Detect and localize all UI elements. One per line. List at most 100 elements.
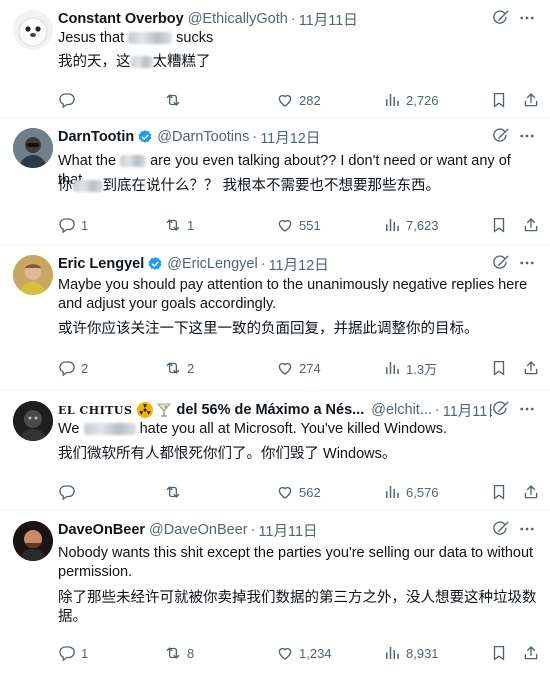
author-name-part[interactable]: del 56% de Máximo a Nés... bbox=[176, 402, 364, 418]
timestamp[interactable]: 11月11日 bbox=[258, 520, 317, 540]
avatar[interactable] bbox=[13, 255, 53, 295]
censored-word bbox=[83, 423, 136, 436]
more-icon[interactable] bbox=[516, 252, 538, 274]
timestamp[interactable]: 11月11日 bbox=[443, 400, 492, 420]
tweet[interactable]: EL CHITUS del 56% de Máximo a Nés... @el… bbox=[0, 391, 550, 511]
timestamp[interactable]: 11月12日 bbox=[269, 254, 329, 274]
retweet-button[interactable] bbox=[164, 482, 187, 502]
reply-icon bbox=[58, 483, 76, 501]
more-icon[interactable] bbox=[516, 518, 538, 540]
author-handle[interactable]: @EthicallyGoth bbox=[188, 11, 288, 27]
timestamp[interactable]: 11月12日 bbox=[260, 127, 320, 147]
bookmark-icon bbox=[490, 91, 508, 109]
bookmark-icon bbox=[490, 644, 508, 662]
views-icon bbox=[383, 483, 401, 501]
tweet-text: We hate you all at Microsoft. You've kil… bbox=[58, 420, 538, 439]
reply-icon bbox=[58, 91, 76, 109]
share-button[interactable] bbox=[522, 215, 540, 235]
timestamp[interactable]: 11月11日 bbox=[299, 9, 358, 29]
tweet[interactable]: Eric Lengyel @EricLengyel · 11月12日 Maybe… bbox=[0, 245, 550, 391]
retweet-icon bbox=[164, 359, 182, 377]
like-button[interactable]: 551 bbox=[276, 215, 321, 235]
views-button[interactable]: 2,726 bbox=[383, 90, 439, 110]
author-name[interactable]: Eric Lengyel bbox=[58, 256, 144, 272]
tweet-text: Maybe you should pay attention to the un… bbox=[58, 276, 538, 314]
tweet[interactable]: DaveOnBeer @DaveOnBeer · 11月11日 Nobody w… bbox=[0, 511, 550, 674]
grok-icon[interactable] bbox=[492, 127, 510, 145]
cocktail-icon bbox=[156, 402, 172, 418]
avatar[interactable] bbox=[13, 10, 53, 50]
more-icon[interactable] bbox=[516, 398, 538, 420]
author-name[interactable]: DaveOnBeer bbox=[58, 522, 145, 538]
bookmark-button[interactable] bbox=[490, 90, 508, 110]
translation-line: 我们微软所有人都恨死你们了。你们毁了 Windows。 bbox=[58, 446, 397, 462]
views-button[interactable]: 6,576 bbox=[383, 482, 439, 502]
author-name[interactable]: DarnTootin bbox=[58, 129, 134, 145]
retweet-count: 8 bbox=[187, 645, 195, 661]
tweet[interactable]: DarnTootin @DarnTootins · 11月12日 What th… bbox=[0, 118, 550, 245]
like-button[interactable]: 1,234 bbox=[276, 643, 332, 663]
share-button[interactable] bbox=[522, 643, 540, 663]
share-button[interactable] bbox=[522, 90, 540, 110]
censored-word bbox=[128, 32, 173, 45]
author-handle[interactable]: @DarnTootins bbox=[157, 129, 249, 145]
author-handle[interactable]: @DaveOnBeer bbox=[149, 522, 248, 538]
censored-word bbox=[72, 180, 103, 193]
tweet-translation: 你 到底在说什么？？ 我根本不需要也不想要那些东西。 bbox=[58, 177, 538, 196]
views-button[interactable]: 7,623 bbox=[383, 215, 439, 235]
retweet-button[interactable]: 2 bbox=[164, 358, 194, 378]
reply-count: 1 bbox=[81, 217, 89, 233]
grok-icon[interactable] bbox=[492, 9, 510, 27]
avatar[interactable] bbox=[13, 128, 53, 168]
reply-button[interactable]: 1 bbox=[58, 215, 88, 235]
like-count: 562 bbox=[299, 484, 321, 500]
bookmark-button[interactable] bbox=[490, 358, 508, 378]
more-icon[interactable] bbox=[516, 7, 538, 29]
author-name-part[interactable]: EL CHITUS bbox=[58, 404, 132, 417]
tweet-translation: 我的天，这 太糟糕了 bbox=[58, 53, 538, 72]
author-handle[interactable]: @EricLengyel bbox=[167, 256, 257, 272]
like-count: 274 bbox=[299, 360, 321, 376]
reply-icon bbox=[58, 644, 76, 662]
bookmark-button[interactable] bbox=[490, 643, 508, 663]
reply-button[interactable]: 1 bbox=[58, 643, 88, 663]
author-name[interactable]: Constant Overboy bbox=[58, 11, 184, 27]
like-icon bbox=[276, 644, 294, 662]
retweet-button[interactable] bbox=[164, 90, 187, 110]
grok-icon[interactable] bbox=[492, 400, 510, 418]
view-count: 1.3万 bbox=[406, 361, 438, 377]
like-button[interactable]: 282 bbox=[276, 90, 321, 110]
reply-button[interactable] bbox=[58, 90, 81, 110]
reply-button[interactable]: 2 bbox=[58, 358, 88, 378]
avatar[interactable] bbox=[13, 401, 53, 441]
share-icon bbox=[522, 216, 540, 234]
reply-button[interactable] bbox=[58, 482, 81, 502]
grok-icon[interactable] bbox=[492, 254, 510, 272]
like-count: 1,234 bbox=[299, 645, 332, 661]
grok-icon[interactable] bbox=[492, 520, 510, 538]
tweet-text-line: Jesus that bbox=[58, 30, 125, 46]
tweet[interactable]: Constant Overboy @EthicallyGoth · 11月11日… bbox=[0, 0, 550, 118]
bookmark-button[interactable] bbox=[490, 482, 508, 502]
more-icon[interactable] bbox=[516, 125, 538, 147]
translation-line: 你 bbox=[58, 178, 73, 194]
retweet-button[interactable]: 8 bbox=[164, 643, 194, 663]
reply-icon bbox=[58, 359, 76, 377]
share-button[interactable] bbox=[522, 482, 540, 502]
share-button[interactable] bbox=[522, 358, 540, 378]
avatar[interactable] bbox=[13, 521, 53, 561]
bookmark-button[interactable] bbox=[490, 215, 508, 235]
reply-count: 1 bbox=[81, 645, 89, 661]
translation-line: 到底在说什么？？ 我根本不需要也不想要那些东西。 bbox=[102, 178, 441, 194]
author-handle[interactable]: @elchit... bbox=[371, 402, 432, 418]
views-button[interactable]: 1.3万 bbox=[383, 358, 437, 378]
translation-line: 除了那些未经许可就被你卖掉我们数据的第三方之外，没人想要这种垃圾数 bbox=[58, 590, 537, 606]
like-icon bbox=[276, 359, 294, 377]
like-button[interactable]: 562 bbox=[276, 482, 321, 502]
views-button[interactable]: 8,931 bbox=[383, 643, 439, 663]
retweet-button[interactable]: 1 bbox=[164, 215, 194, 235]
retweet-count: 1 bbox=[187, 217, 195, 233]
like-button[interactable]: 274 bbox=[276, 358, 321, 378]
like-count: 551 bbox=[299, 217, 321, 233]
views-icon bbox=[383, 359, 401, 377]
